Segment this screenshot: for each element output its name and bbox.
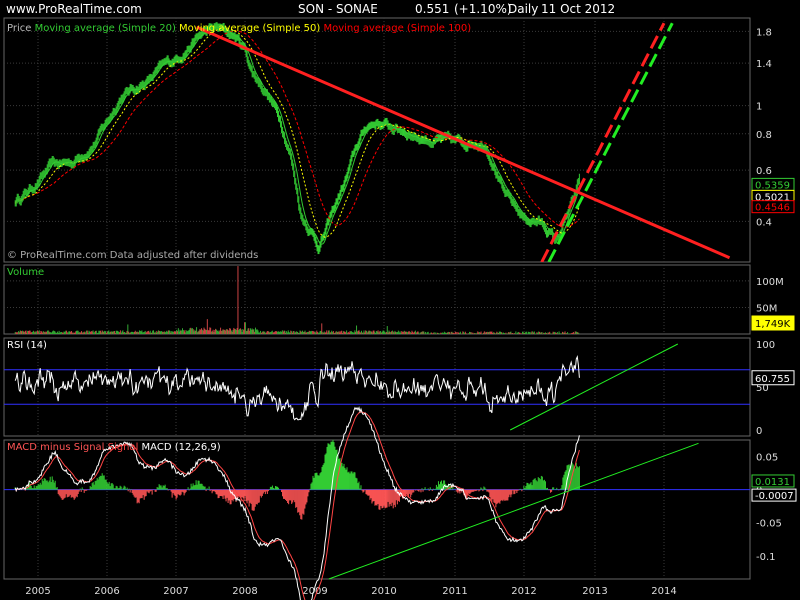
price-y-tick-label: 0.8 bbox=[756, 130, 772, 141]
x-tick-label: 2005 bbox=[25, 586, 50, 597]
x-tick-label: 2006 bbox=[94, 586, 119, 597]
price-y-tick-label: 1.8 bbox=[756, 27, 772, 38]
volume-y-tick-label: 50M bbox=[756, 303, 777, 314]
price-y-tick-label: 0.4 bbox=[756, 217, 772, 228]
panel-frame-volume bbox=[3, 264, 751, 335]
rsi-value-label: 60.755 bbox=[755, 374, 790, 385]
rsi-legend: RSI (14) bbox=[7, 340, 47, 351]
price-trendlines bbox=[196, 22, 731, 262]
x-tick-label: 2007 bbox=[163, 586, 188, 597]
price-y-tick-label: 1 bbox=[756, 102, 762, 113]
rsi-y-tick-label: 0 bbox=[756, 426, 762, 437]
price-y-tick-label: 0.6 bbox=[756, 166, 772, 177]
macd-y-tick-label: -0.1 bbox=[756, 552, 776, 563]
macd-legend: MACD minus Signal Signal MACD (12,26,9) bbox=[7, 442, 221, 453]
panel-frame-macd bbox=[3, 439, 751, 580]
x-tick-label: 2008 bbox=[232, 586, 257, 597]
volume-value-label: 1,749K bbox=[755, 319, 791, 330]
volume-legend: Volume bbox=[7, 267, 44, 278]
x-tick-label: 2013 bbox=[582, 586, 607, 597]
trendline-0 bbox=[196, 25, 731, 260]
x-tick-label: 2014 bbox=[651, 586, 676, 597]
price-y-tick-label: 1.4 bbox=[756, 59, 772, 70]
legend-entry: Signal bbox=[108, 442, 142, 453]
legend-entry: MACD minus Signal bbox=[7, 442, 108, 453]
legend-entry: Moving average (Simple 100) bbox=[323, 23, 471, 34]
legend-entry: Moving average (Simple 50) bbox=[179, 23, 323, 34]
panel-frame-price bbox=[3, 17, 751, 263]
rsi-y-tick-label: 100 bbox=[756, 340, 775, 351]
panel-frame-rsi bbox=[3, 337, 751, 437]
price-legend: Price Moving average (Simple 20) Moving … bbox=[7, 23, 471, 34]
x-tick-label: 2012 bbox=[511, 586, 536, 597]
rsi-trendline bbox=[509, 343, 679, 431]
price-value-label: 0.4546 bbox=[755, 203, 790, 214]
volume-y-tick-label: 100M bbox=[756, 277, 784, 288]
trendline-1 bbox=[540, 22, 666, 262]
macd-y-tick-label: -0.05 bbox=[756, 519, 782, 530]
legend-entry: Price bbox=[7, 23, 35, 34]
price-footnote: © ProRealTime.com Data adjusted after di… bbox=[7, 250, 258, 261]
macd-y-tick-label: 0.05 bbox=[756, 453, 778, 464]
ma20-line bbox=[14, 26, 580, 245]
x-tick-label: 2011 bbox=[442, 586, 467, 597]
macd-value-label: -0.0007 bbox=[755, 491, 794, 502]
chart-area[interactable]: 2005 2006 2007 2008 2009 2010 2011 2012 2013 2014… bbox=[0, 0, 800, 600]
volume-bars bbox=[14, 266, 580, 334]
rsi-line bbox=[14, 355, 580, 421]
x-tick-label: 2010 bbox=[371, 586, 396, 597]
macd-value-label: 0.0131 bbox=[755, 477, 790, 488]
legend-entry: MACD (12,26,9) bbox=[142, 442, 221, 453]
price-value-label: 0.5359 bbox=[755, 180, 790, 191]
legend-entry: Moving average (Simple 20) bbox=[35, 23, 179, 34]
